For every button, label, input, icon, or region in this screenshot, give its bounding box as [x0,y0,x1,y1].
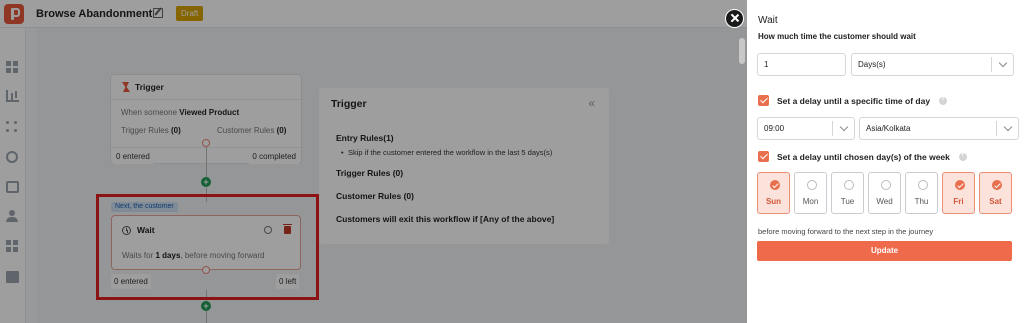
day-label: Sun [765,197,782,206]
day-option-mon[interactable]: Mon [794,172,827,214]
day-label: Thu [914,197,929,206]
day-option-tue[interactable]: Tue [831,172,864,214]
close-drawer-button[interactable] [725,9,744,28]
modal-backdrop[interactable] [0,0,747,323]
day-option-thu[interactable]: Thu [905,172,938,214]
day-checkbox-icon [844,180,854,190]
time-select[interactable]: 09:00 [757,117,855,140]
chevron-down-icon [996,121,1018,136]
timezone-value: Asia/Kolkata [866,124,911,133]
days-of-week-checkbox[interactable] [758,151,769,162]
wait-duration-input[interactable]: 1 [757,53,846,76]
day-checkbox-icon [918,180,928,190]
day-option-sun[interactable]: Sun [757,172,790,214]
info-icon[interactable] [958,152,967,161]
day-option-fri[interactable]: Fri [942,172,975,214]
day-option-sat[interactable]: Sat [979,172,1012,214]
day-label: Sat [989,197,1002,206]
time-of-day-checkbox[interactable] [758,95,769,106]
wait-unit-value: Days(s) [858,60,886,69]
update-button[interactable]: Update [757,241,1012,261]
day-checkbox-icon [881,180,891,190]
time-value: 09:00 [764,124,785,133]
day-checkbox-icon [770,180,780,190]
chevron-down-icon [832,121,854,136]
day-checkbox-icon [992,180,1002,190]
day-label: Mon [802,197,819,206]
day-checkbox-icon [807,180,817,190]
day-checkbox-icon [955,180,965,190]
day-label: Fri [953,197,964,206]
day-picker: Sun Mon Tue Wed Thu Fri Sat [757,172,1012,214]
drawer-note: before moving forward to the next step i… [758,227,934,236]
timezone-select[interactable]: Asia/Kolkata [859,117,1019,140]
day-option-wed[interactable]: Wed [868,172,901,214]
wait-unit-select[interactable]: Days(s) [851,53,1014,76]
info-icon[interactable] [939,96,948,105]
chevron-down-icon [991,57,1013,72]
wait-settings-drawer: Wait How much time the customer should w… [747,0,1024,323]
drawer-subtitle: How much time the customer should wait [758,32,916,41]
days-of-week-label: Set a delay until chosen day(s) of the w… [777,151,950,162]
drawer-title: Wait [758,15,778,26]
drawer-scrollbar[interactable] [739,38,745,64]
day-label: Tue [840,197,855,206]
day-label: Wed [876,197,893,206]
time-of-day-label: Set a delay until a specific time of day [777,95,931,106]
